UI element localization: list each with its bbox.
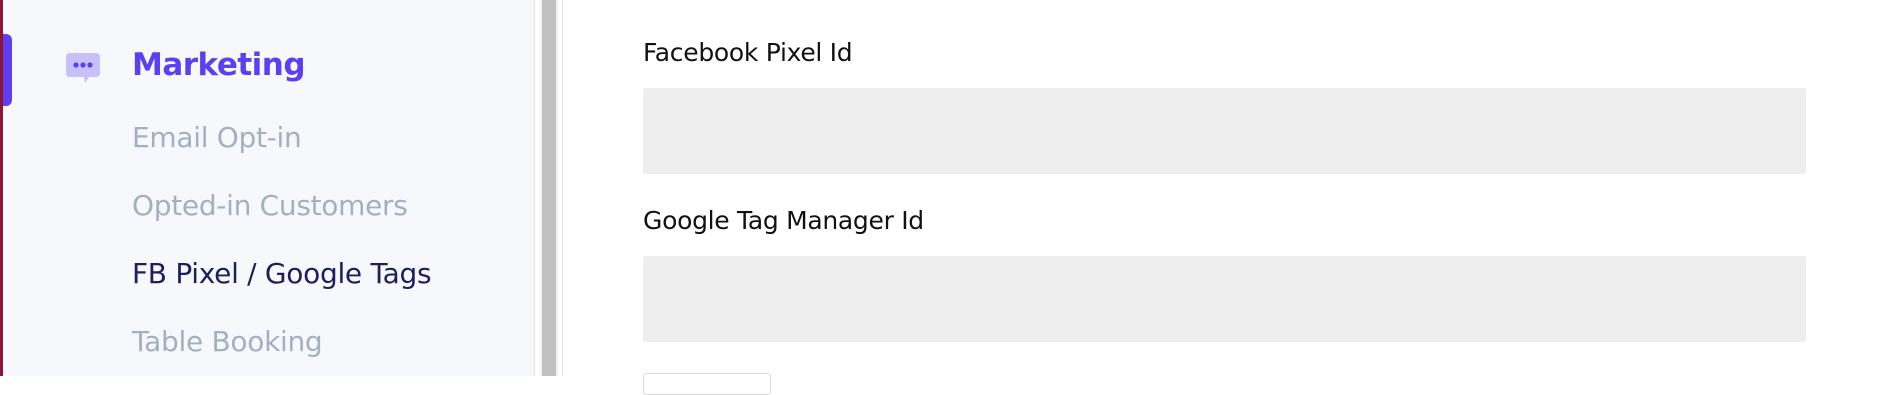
sidebar-item-email-opt-in[interactable]: Email Opt-in xyxy=(132,121,302,154)
content-divider xyxy=(562,0,563,376)
sidebar-scrollbar-thumb[interactable] xyxy=(542,0,556,376)
sidebar-item-opted-in-customers[interactable]: Opted-in Customers xyxy=(132,189,408,222)
chat-bubble-icon xyxy=(65,52,101,86)
section-title-marketing[interactable]: Marketing xyxy=(132,47,306,83)
facebook-pixel-input[interactable] xyxy=(643,88,1806,174)
sidebar-item-fb-pixel-google-tags[interactable]: FB Pixel / Google Tags xyxy=(132,257,432,290)
google-tag-manager-input[interactable] xyxy=(643,256,1806,342)
facebook-pixel-label: Facebook Pixel Id xyxy=(643,38,853,67)
save-button[interactable] xyxy=(643,373,771,395)
sidebar-item-table-booking[interactable]: Table Booking xyxy=(132,325,323,358)
active-section-indicator xyxy=(3,34,12,106)
google-tag-manager-label: Google Tag Manager Id xyxy=(643,206,924,235)
sidebar: Marketing Email Opt-in Opted-in Customer… xyxy=(3,0,535,376)
